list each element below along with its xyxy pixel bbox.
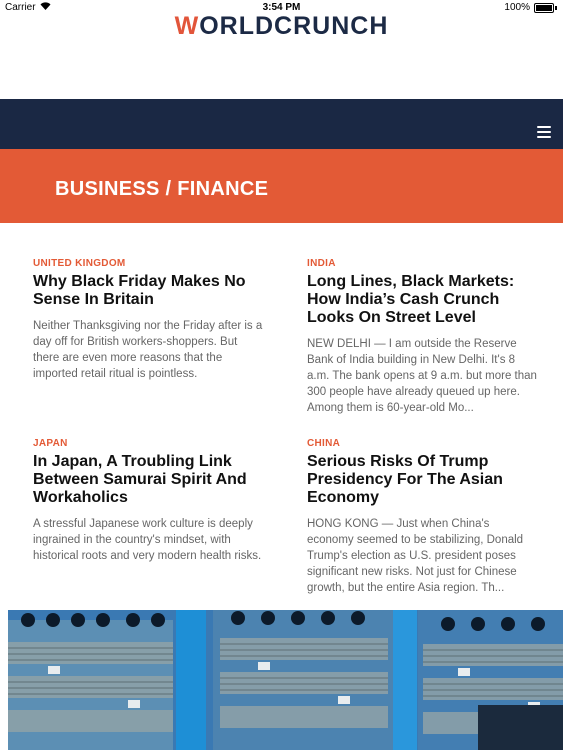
featured-photo[interactable] [8, 610, 563, 750]
menu-icon[interactable] [537, 126, 551, 138]
battery-icon [534, 2, 554, 13]
article-tag[interactable]: UNITED KINGDOM [33, 258, 263, 269]
article-excerpt: NEW DELHI — I am outside the Reserve Ban… [307, 338, 537, 414]
article-card[interactable]: CHINA Serious Risks Of Trump Presidency … [307, 438, 537, 596]
battery-tip [555, 5, 557, 10]
navigation-bar [0, 99, 563, 149]
worldcrunch-logo[interactable]: WORLDCRUNCH [0, 12, 563, 41]
article-tag[interactable]: JAPAN [33, 438, 263, 449]
logo-w: W [174, 12, 200, 40]
article-excerpt: Neither Thanksgiving nor the Friday afte… [33, 320, 263, 380]
article-card[interactable]: JAPAN In Japan, A Troubling Link Between… [33, 438, 263, 564]
article-headline[interactable]: Long Lines, Black Markets: How India’s C… [307, 273, 537, 327]
section-title: BUSINESS / FINANCE [55, 178, 269, 200]
article-headline[interactable]: Serious Risks Of Trump Presidency For Th… [307, 453, 537, 507]
article-headline[interactable]: Why Black Friday Makes No Sense In Brita… [33, 273, 263, 309]
article-tag[interactable]: INDIA [307, 258, 537, 269]
article-card[interactable]: INDIA Long Lines, Black Markets: How Ind… [307, 258, 537, 416]
article-headline[interactable]: In Japan, A Troubling Link Between Samur… [33, 453, 263, 507]
article-excerpt: HONG KONG — Just when China's economy se… [307, 518, 524, 594]
article-tag[interactable]: CHINA [307, 438, 537, 449]
article-excerpt: A stressful Japanese work culture is dee… [33, 518, 262, 562]
logo-rest: ORLDCRUNCH [199, 12, 389, 40]
article-card[interactable]: UNITED KINGDOM Why Black Friday Makes No… [33, 258, 263, 382]
